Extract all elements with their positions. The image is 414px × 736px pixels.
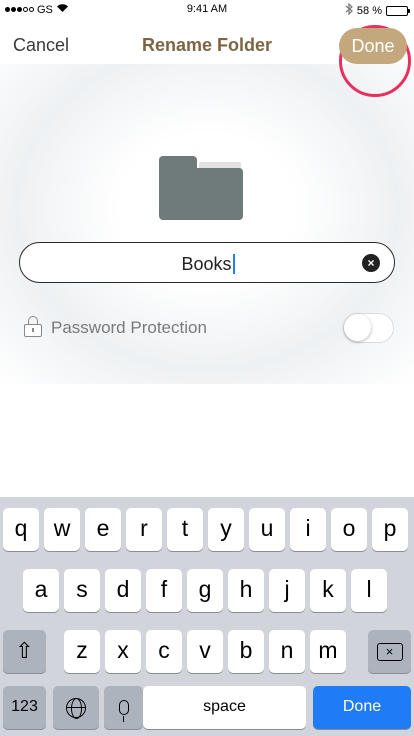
done-button[interactable]: Done: [339, 28, 407, 64]
password-protection-label: Password Protection: [51, 318, 207, 337]
status-bar: GS 9:41 AM 58 %: [0, 0, 414, 20]
key-u[interactable]: u: [249, 508, 285, 551]
nav-bar: Cancel Rename Folder Done: [0, 20, 414, 97]
folder-name-value: Books: [181, 254, 232, 274]
folder-name-value-wrap: Books: [20, 254, 396, 275]
toggle-knob: [344, 314, 371, 341]
status-right: 58 %: [345, 2, 410, 18]
backspace-icon: ×: [376, 642, 403, 661]
battery-percent: 58 %: [356, 4, 382, 17]
key-t[interactable]: t: [167, 508, 203, 551]
key-f[interactable]: f: [146, 569, 182, 612]
key-r[interactable]: r: [126, 508, 162, 551]
key-z[interactable]: z: [64, 630, 100, 673]
backspace-key[interactable]: ×: [368, 630, 411, 673]
key-b[interactable]: b: [228, 630, 264, 673]
password-protection-row: Password Protection: [24, 313, 394, 343]
key-v[interactable]: v: [187, 630, 223, 673]
keyboard: qwertyuiop asdfghjkl zxcvbnm ⇧ × 123 spa…: [0, 497, 414, 736]
folder-icon: [159, 156, 243, 220]
key-d[interactable]: d: [105, 569, 141, 612]
key-o[interactable]: o: [331, 508, 367, 551]
battery-icon: [386, 5, 410, 16]
text-caret: [232, 254, 235, 274]
key-n[interactable]: n: [269, 630, 305, 673]
key-j[interactable]: j: [269, 569, 305, 612]
numbers-key[interactable]: 123: [3, 686, 46, 729]
key-y[interactable]: y: [208, 508, 244, 551]
lock-icon: [24, 316, 42, 338]
key-e[interactable]: e: [85, 508, 121, 551]
microphone-icon: [118, 700, 129, 723]
clear-text-icon[interactable]: ×: [362, 254, 380, 272]
key-x[interactable]: x: [105, 630, 141, 673]
key-k[interactable]: k: [310, 569, 346, 612]
keyboard-done-key[interactable]: Done: [313, 686, 411, 729]
key-m[interactable]: m: [310, 630, 346, 673]
dictation-key[interactable]: [104, 686, 143, 729]
key-p[interactable]: p: [372, 508, 408, 551]
bluetooth-icon: [345, 2, 353, 18]
key-w[interactable]: w: [44, 508, 80, 551]
password-protection-toggle[interactable]: [343, 313, 394, 343]
shift-icon: ⇧: [15, 638, 34, 663]
key-l[interactable]: l: [351, 569, 387, 612]
key-g[interactable]: g: [187, 569, 223, 612]
globe-icon: [66, 697, 86, 719]
key-a[interactable]: a: [23, 569, 59, 612]
key-q[interactable]: q: [3, 508, 39, 551]
key-c[interactable]: c: [146, 630, 182, 673]
shift-key[interactable]: ⇧: [3, 630, 46, 673]
key-h[interactable]: h: [228, 569, 264, 612]
key-i[interactable]: i: [290, 508, 326, 551]
space-key[interactable]: space: [143, 686, 306, 729]
globe-key[interactable]: [53, 686, 99, 729]
key-s[interactable]: s: [64, 569, 100, 612]
folder-name-field[interactable]: Books ×: [19, 242, 395, 283]
